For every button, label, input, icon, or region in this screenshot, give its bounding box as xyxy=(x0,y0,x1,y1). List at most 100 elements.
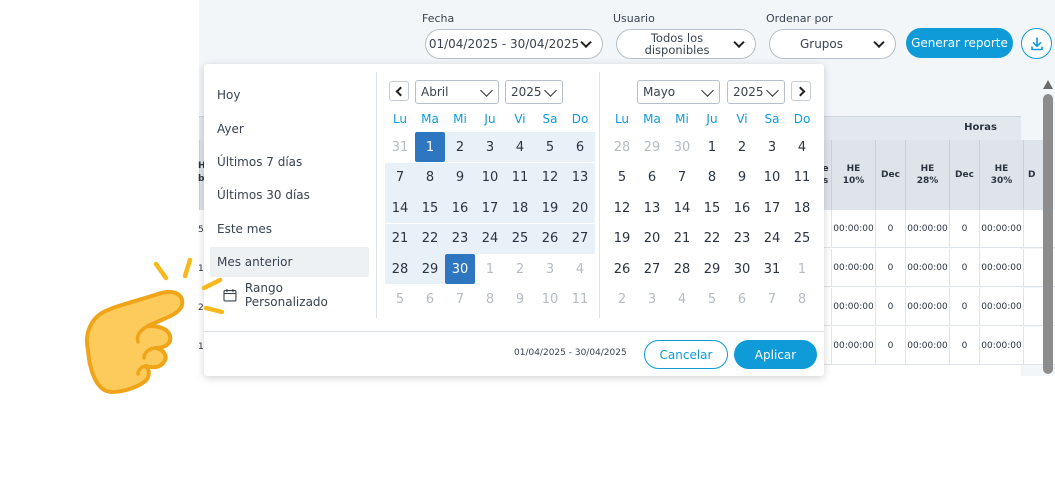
calendar-day[interactable]: 10 xyxy=(475,162,505,193)
calendar-day[interactable]: 28 xyxy=(607,132,637,162)
calendar-day[interactable]: 8 xyxy=(415,162,445,193)
calendar-day[interactable]: 19 xyxy=(535,193,565,223)
calendar-day[interactable]: 31 xyxy=(385,132,415,162)
preset-item[interactable]: Mes anterior xyxy=(210,247,369,277)
calendar-day[interactable]: 5 xyxy=(607,163,637,193)
calendar-day[interactable]: 5 xyxy=(385,285,415,315)
calendar-day[interactable]: 1 xyxy=(475,254,505,284)
calendar-day[interactable]: 20 xyxy=(565,193,595,223)
calendar-day[interactable]: 17 xyxy=(757,193,787,223)
scroll-thumb[interactable] xyxy=(1043,94,1053,374)
calendar-day[interactable]: 12 xyxy=(535,162,565,193)
calendar-day[interactable]: 4 xyxy=(565,254,595,284)
calendar-day[interactable]: 3 xyxy=(757,132,787,162)
scroll-up-icon[interactable] xyxy=(1043,80,1053,89)
calendar-day[interactable]: 29 xyxy=(637,132,667,162)
calendar-day[interactable]: 23 xyxy=(445,223,475,254)
calendar-day[interactable]: 6 xyxy=(565,132,595,162)
calendar-day[interactable]: 14 xyxy=(385,193,415,223)
calendar-day[interactable]: 20 xyxy=(637,224,667,254)
calendar-day[interactable]: 8 xyxy=(787,285,817,315)
calendar-day[interactable]: 10 xyxy=(535,285,565,315)
calendar-day[interactable]: 27 xyxy=(565,223,595,254)
date-range-select[interactable]: 01/04/2025 - 30/04/2025 xyxy=(425,29,603,59)
calendar-day[interactable]: 30 xyxy=(727,254,757,284)
calendar-day[interactable]: 30 xyxy=(667,132,697,162)
calendar-day[interactable]: 2 xyxy=(607,285,637,315)
calendar-day[interactable]: 8 xyxy=(475,285,505,315)
calendar-day[interactable]: 4 xyxy=(505,132,535,162)
calendar-day[interactable]: 4 xyxy=(787,132,817,162)
calendar-day[interactable]: 28 xyxy=(385,254,415,284)
calendar-day[interactable]: 10 xyxy=(757,163,787,193)
calendar-day[interactable]: 19 xyxy=(607,224,637,254)
calendar-day[interactable]: 11 xyxy=(565,285,595,315)
calendar-day[interactable]: 24 xyxy=(757,224,787,254)
calendar-day[interactable]: 1 xyxy=(415,132,445,162)
calendar-day[interactable]: 23 xyxy=(727,224,757,254)
calendar-day[interactable]: 18 xyxy=(787,193,817,223)
left-month-select[interactable]: Abril xyxy=(415,80,499,104)
apply-button[interactable]: Aplicar xyxy=(734,340,817,369)
generate-report-button[interactable]: Generar reporte xyxy=(906,28,1013,58)
preset-custom-range[interactable]: Rango Personalizado xyxy=(210,280,369,310)
calendar-day[interactable]: 26 xyxy=(535,223,565,254)
calendar-day[interactable]: 1 xyxy=(697,132,727,162)
calendar-day[interactable]: 7 xyxy=(445,285,475,315)
user-select[interactable]: Todos los disponibles xyxy=(616,29,756,59)
calendar-day[interactable]: 4 xyxy=(667,285,697,315)
calendar-day[interactable]: 3 xyxy=(637,285,667,315)
calendar-day[interactable]: 5 xyxy=(535,132,565,162)
calendar-day[interactable]: 21 xyxy=(667,224,697,254)
calendar-day[interactable]: 15 xyxy=(415,193,445,223)
calendar-day[interactable]: 1 xyxy=(787,254,817,284)
calendar-day[interactable]: 17 xyxy=(475,193,505,223)
prev-month-button[interactable] xyxy=(389,81,409,101)
calendar-day[interactable]: 8 xyxy=(697,163,727,193)
calendar-day[interactable]: 14 xyxy=(667,193,697,223)
calendar-day[interactable]: 22 xyxy=(415,223,445,254)
calendar-day[interactable]: 3 xyxy=(535,254,565,284)
calendar-day[interactable]: 7 xyxy=(757,285,787,315)
next-month-button[interactable] xyxy=(791,81,811,101)
calendar-day[interactable]: 6 xyxy=(727,285,757,315)
calendar-day[interactable]: 31 xyxy=(757,254,787,284)
calendar-day[interactable]: 25 xyxy=(787,224,817,254)
calendar-day[interactable]: 2 xyxy=(445,132,475,162)
right-month-select[interactable]: Mayo xyxy=(637,80,720,104)
calendar-day[interactable]: 2 xyxy=(727,132,757,162)
calendar-day[interactable]: 26 xyxy=(607,254,637,284)
preset-item[interactable]: Últimos 30 días xyxy=(210,180,369,210)
right-year-select[interactable]: 2025 xyxy=(727,80,785,104)
calendar-day[interactable]: 22 xyxy=(697,224,727,254)
calendar-day[interactable]: 15 xyxy=(697,193,727,223)
calendar-day[interactable]: 29 xyxy=(415,254,445,284)
calendar-day[interactable]: 13 xyxy=(565,162,595,193)
calendar-day[interactable]: 29 xyxy=(697,254,727,284)
calendar-day[interactable]: 18 xyxy=(505,193,535,223)
calendar-day[interactable]: 2 xyxy=(505,254,535,284)
left-year-select[interactable]: 2025 xyxy=(505,80,563,104)
calendar-day[interactable]: 24 xyxy=(475,223,505,254)
preset-item[interactable]: Ayer xyxy=(210,114,369,144)
calendar-day[interactable]: 5 xyxy=(697,285,727,315)
calendar-day[interactable]: 9 xyxy=(727,163,757,193)
calendar-day[interactable]: 30 xyxy=(445,254,475,284)
calendar-day[interactable]: 9 xyxy=(445,162,475,193)
calendar-day[interactable]: 28 xyxy=(667,254,697,284)
calendar-day[interactable]: 7 xyxy=(385,162,415,193)
calendar-day[interactable]: 16 xyxy=(727,193,757,223)
calendar-day[interactable]: 9 xyxy=(505,285,535,315)
calendar-day[interactable]: 21 xyxy=(385,223,415,254)
calendar-day[interactable]: 11 xyxy=(787,163,817,193)
calendar-day[interactable]: 25 xyxy=(505,223,535,254)
calendar-day[interactable]: 12 xyxy=(607,193,637,223)
vertical-scrollbar[interactable] xyxy=(1043,80,1053,376)
cancel-button[interactable]: Cancelar xyxy=(644,340,728,369)
preset-item[interactable]: Últimos 7 días xyxy=(210,147,369,177)
download-button[interactable] xyxy=(1021,28,1052,59)
calendar-day[interactable]: 6 xyxy=(415,285,445,315)
order-select[interactable]: Grupos xyxy=(769,29,896,59)
calendar-day[interactable]: 16 xyxy=(445,193,475,223)
calendar-day[interactable]: 3 xyxy=(475,132,505,162)
